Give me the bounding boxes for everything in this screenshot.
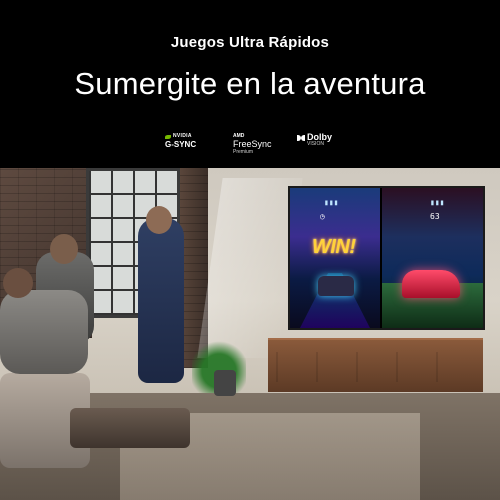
sunlight-beam: [197, 178, 303, 358]
seated-person-left: [0, 290, 88, 374]
nvidia-brand-text: NVIDIA: [173, 133, 192, 139]
tv-left-game-view: ▮▮▮ ◷ WIN!: [290, 188, 380, 328]
coffee-table: [70, 408, 190, 448]
freesync-text: FreeSync: [233, 139, 272, 149]
plant-pot: [214, 370, 236, 396]
tv-console: [268, 338, 483, 392]
amd-freesync-logo: AMD FreeSync Premium: [233, 132, 272, 155]
left-speed-readout-icon: ◷: [320, 212, 325, 221]
headline-text: Sumergite en la aventura: [74, 66, 426, 101]
left-car: [318, 276, 354, 296]
standing-person-head: [146, 206, 172, 234]
win-overlay: WIN!: [312, 236, 356, 258]
tv: ▮▮▮ ◷ WIN! ▮▮▮ 63: [288, 186, 485, 330]
dolby-brand-text: Dolby: [307, 132, 333, 142]
dolby-vision-logo: Dolby VISION: [297, 132, 333, 147]
dolby-row: Dolby: [297, 132, 333, 142]
right-hud-icon: ▮▮▮: [430, 198, 445, 207]
seated-person-left-head: [3, 268, 33, 298]
right-car: [402, 270, 460, 298]
dolby-double-d-icon: [297, 134, 305, 141]
freesync-tier-text: Premium: [233, 149, 254, 155]
tv-right-game-view: ▮▮▮ 63: [382, 188, 483, 328]
left-hud-icon: ▮▮▮: [324, 198, 339, 207]
living-room-photo: ▮▮▮ ◷ WIN! ▮▮▮ 63: [0, 168, 500, 500]
kicker-text: Juegos Ultra Rápidos: [170, 34, 330, 51]
nvidia-brand: NVIDIA: [165, 133, 196, 140]
nvidia-eye-icon: [165, 134, 171, 139]
seated-person-middle-head: [50, 234, 78, 264]
nvidia-gsync-logo: NVIDIA G-SYNC: [165, 133, 196, 149]
gsync-text: G-SYNC: [165, 140, 197, 149]
standing-person: [138, 218, 184, 383]
right-hud-value: 63: [430, 212, 440, 221]
header: Juegos Ultra Rápidos Sumergite en la ave…: [0, 0, 500, 168]
feature-logos: NVIDIA G-SYNC AMD FreeSync Premium Dolby…: [0, 133, 500, 155]
